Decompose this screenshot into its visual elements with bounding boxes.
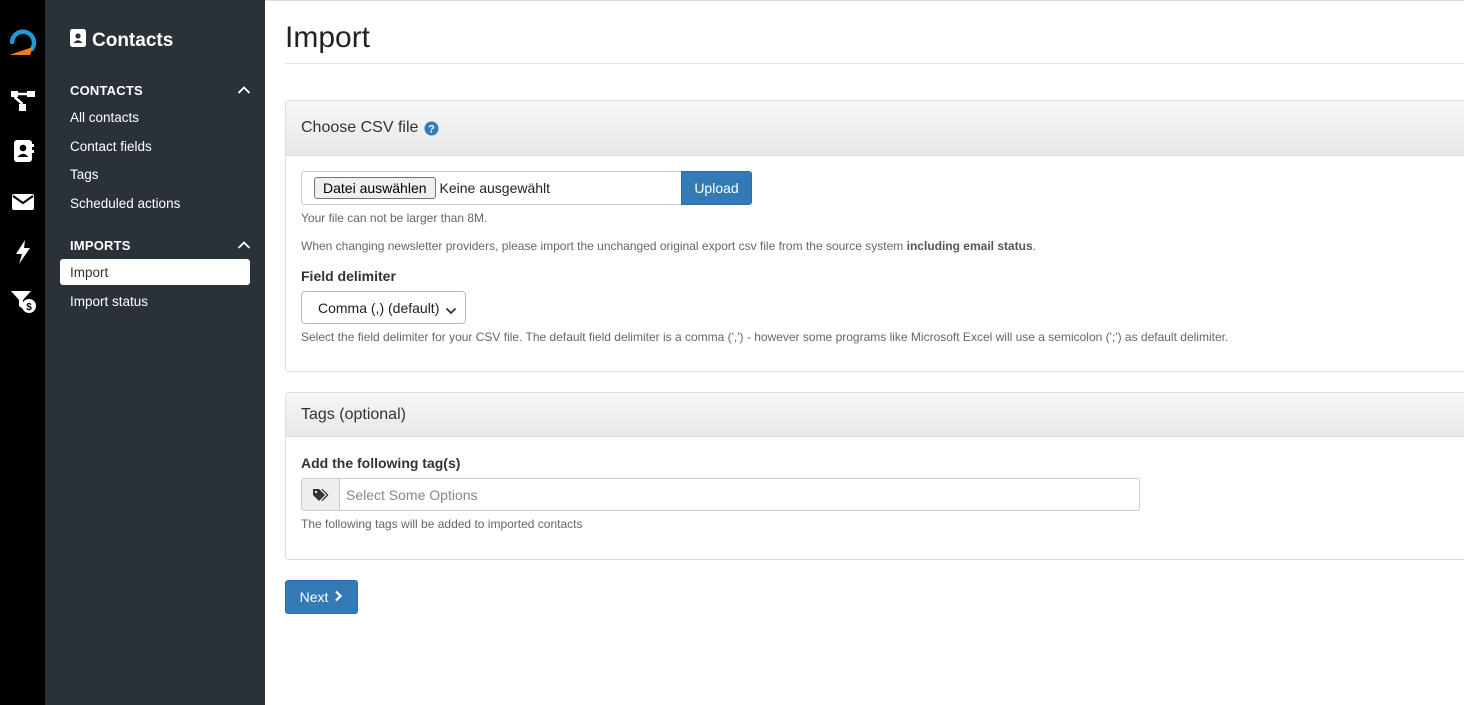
field-delimiter-help: Select the field delimiter for your CSV … — [301, 330, 1229, 344]
provider-help-bold: including email status — [906, 239, 1033, 253]
file-input[interactable]: Datei auswählen Keine ausgewählt — [301, 171, 681, 205]
chevron-down-icon — [445, 303, 457, 319]
svg-text:$: $ — [26, 302, 32, 313]
tags-help: The following tags will be added to impo… — [301, 517, 583, 531]
sidebar-item-label: Import — [70, 264, 109, 280]
chevron-right-icon — [334, 589, 343, 605]
chevron-up-icon[interactable] — [237, 238, 251, 253]
tags-placeholder: Select Some Options — [346, 486, 478, 503]
sidebar-item-label: Scheduled actions — [70, 195, 181, 211]
sidebar-item-contact-fields[interactable]: Contact fields — [60, 133, 250, 159]
sidebar-section-imports[interactable]: IMPORTS — [70, 238, 251, 253]
sidebar-item-tags[interactable]: Tags — [60, 161, 250, 187]
tags-input-group: Select Some Options — [301, 478, 1140, 511]
sidebar-section-label: CONTACTS — [70, 83, 143, 98]
sidebar-item-label: All contacts — [70, 109, 140, 125]
svg-text:?: ? — [429, 123, 436, 135]
field-delimiter-select[interactable]: Comma (,) (default) — [301, 291, 466, 324]
tags-panel: Tags (optional) Add the following tag(s)… — [285, 392, 1464, 560]
chevron-up-icon[interactable] — [237, 83, 251, 98]
file-upload-group: Datei auswählen Keine ausgewählt Upload — [301, 171, 752, 205]
sidebar-item-import[interactable]: Import — [60, 259, 250, 285]
tags-select-input[interactable]: Select Some Options — [340, 478, 1140, 511]
sidebar-item-import-status[interactable]: Import status — [60, 288, 250, 314]
csv-panel-heading: Choose CSV file ? — [286, 101, 1464, 156]
sidebar-item-label: Import status — [70, 293, 149, 309]
address-book-icon[interactable] — [0, 138, 45, 164]
main-content: Import Choose CSV file ? Datei auswählen… — [265, 0, 1464, 705]
add-tags-label: Add the following tag(s) — [301, 455, 461, 471]
question-circle-icon[interactable]: ? — [424, 121, 439, 136]
field-delimiter-label: Field delimiter — [301, 268, 396, 284]
sidebar-item-label: Tags — [70, 166, 99, 182]
bolt-icon[interactable] — [0, 238, 45, 266]
title-divider — [285, 63, 1464, 64]
sidebar-title-label: Contacts — [92, 30, 174, 51]
choose-file-button[interactable]: Datei auswählen — [314, 177, 436, 199]
upload-button[interactable]: Upload — [681, 171, 752, 205]
next-button[interactable]: Next — [285, 580, 358, 614]
next-button-label: Next — [299, 589, 329, 605]
logo-icon[interactable] — [0, 24, 45, 60]
provider-help-end: . — [1032, 239, 1037, 253]
sitemap-icon[interactable] — [0, 88, 45, 114]
tags-panel-title: Tags (optional) — [301, 405, 406, 423]
field-delimiter-value: Comma (,) (default) — [318, 299, 440, 316]
file-size-help: Your file can not be larger than 8M. — [301, 211, 488, 225]
sidebar-item-all-contacts[interactable]: All contacts — [60, 104, 250, 130]
icon-rail: $ — [0, 0, 45, 705]
csv-panel: Choose CSV file ? Datei auswählen Keine … — [285, 100, 1464, 372]
tags-panel-heading: Tags (optional) — [286, 393, 1464, 437]
sidebar-section-label: IMPORTS — [70, 238, 131, 253]
sidebar-section-contacts[interactable]: CONTACTS — [70, 83, 251, 98]
filter-dollar-icon[interactable]: $ — [0, 287, 45, 315]
sidebar-title: Contacts — [70, 29, 173, 53]
tags-icon — [301, 478, 340, 511]
provider-help-text: When changing newsletter providers, plea… — [301, 239, 907, 253]
sidebar-item-label: Contact fields — [70, 138, 152, 154]
sidebar: Contacts CONTACTS All contacts Contact f… — [45, 0, 265, 705]
envelope-icon[interactable] — [0, 190, 45, 214]
address-book-icon — [70, 29, 86, 53]
page-title: Import — [285, 21, 371, 54]
provider-help: When changing newsletter providers, plea… — [301, 239, 1036, 253]
file-status: Keine ausgewählt — [439, 180, 551, 196]
csv-panel-title: Choose CSV file — [301, 119, 419, 136]
sidebar-item-scheduled-actions[interactable]: Scheduled actions — [60, 190, 250, 216]
